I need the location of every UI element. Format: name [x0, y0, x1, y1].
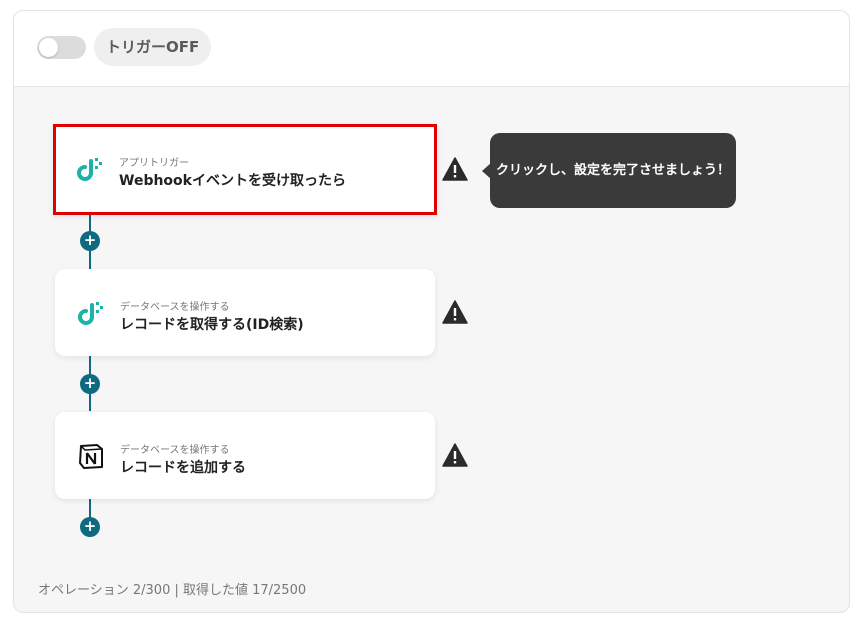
warning-icon[interactable] — [442, 157, 468, 181]
step-title: Webhookイベントを受け取ったら — [119, 173, 346, 189]
yoom-icon — [77, 299, 105, 327]
warning-icon[interactable] — [442, 300, 468, 324]
step-category: データベースを操作する — [120, 302, 230, 313]
step-card-trigger[interactable]: アプリトリガー Webhookイベントを受け取ったら — [53, 124, 437, 215]
warning-icon[interactable] — [442, 443, 468, 467]
step-title: レコードを取得する(ID検索) — [120, 317, 304, 333]
yoom-icon — [76, 155, 104, 183]
trigger-toggle[interactable] — [37, 36, 86, 59]
add-step-button[interactable]: + — [80, 374, 100, 394]
add-step-button[interactable]: + — [80, 517, 100, 537]
step-card-get-record[interactable]: データベースを操作する レコードを取得する(ID検索) — [55, 269, 435, 356]
trigger-bar: トリガーOFF — [14, 11, 849, 87]
setup-tooltip: クリックし、設定を完了させましょう！ — [490, 133, 736, 208]
toggle-knob — [39, 38, 58, 57]
step-card-add-record[interactable]: データベースを操作する レコードを追加する — [55, 412, 435, 499]
flow-panel: トリガーOFF + + + アプリトリガー Webhookイベントを受け取ったら — [13, 10, 850, 613]
notion-icon — [77, 442, 105, 470]
step-category: データベースを操作する — [120, 445, 230, 456]
trigger-status-label: トリガーOFF — [94, 28, 212, 66]
usage-summary: オペレーション 2/300 | 取得した値 17/2500 — [38, 583, 307, 598]
add-step-button[interactable]: + — [80, 231, 100, 251]
step-title: レコードを追加する — [120, 460, 246, 476]
step-category: アプリトリガー — [119, 158, 189, 169]
